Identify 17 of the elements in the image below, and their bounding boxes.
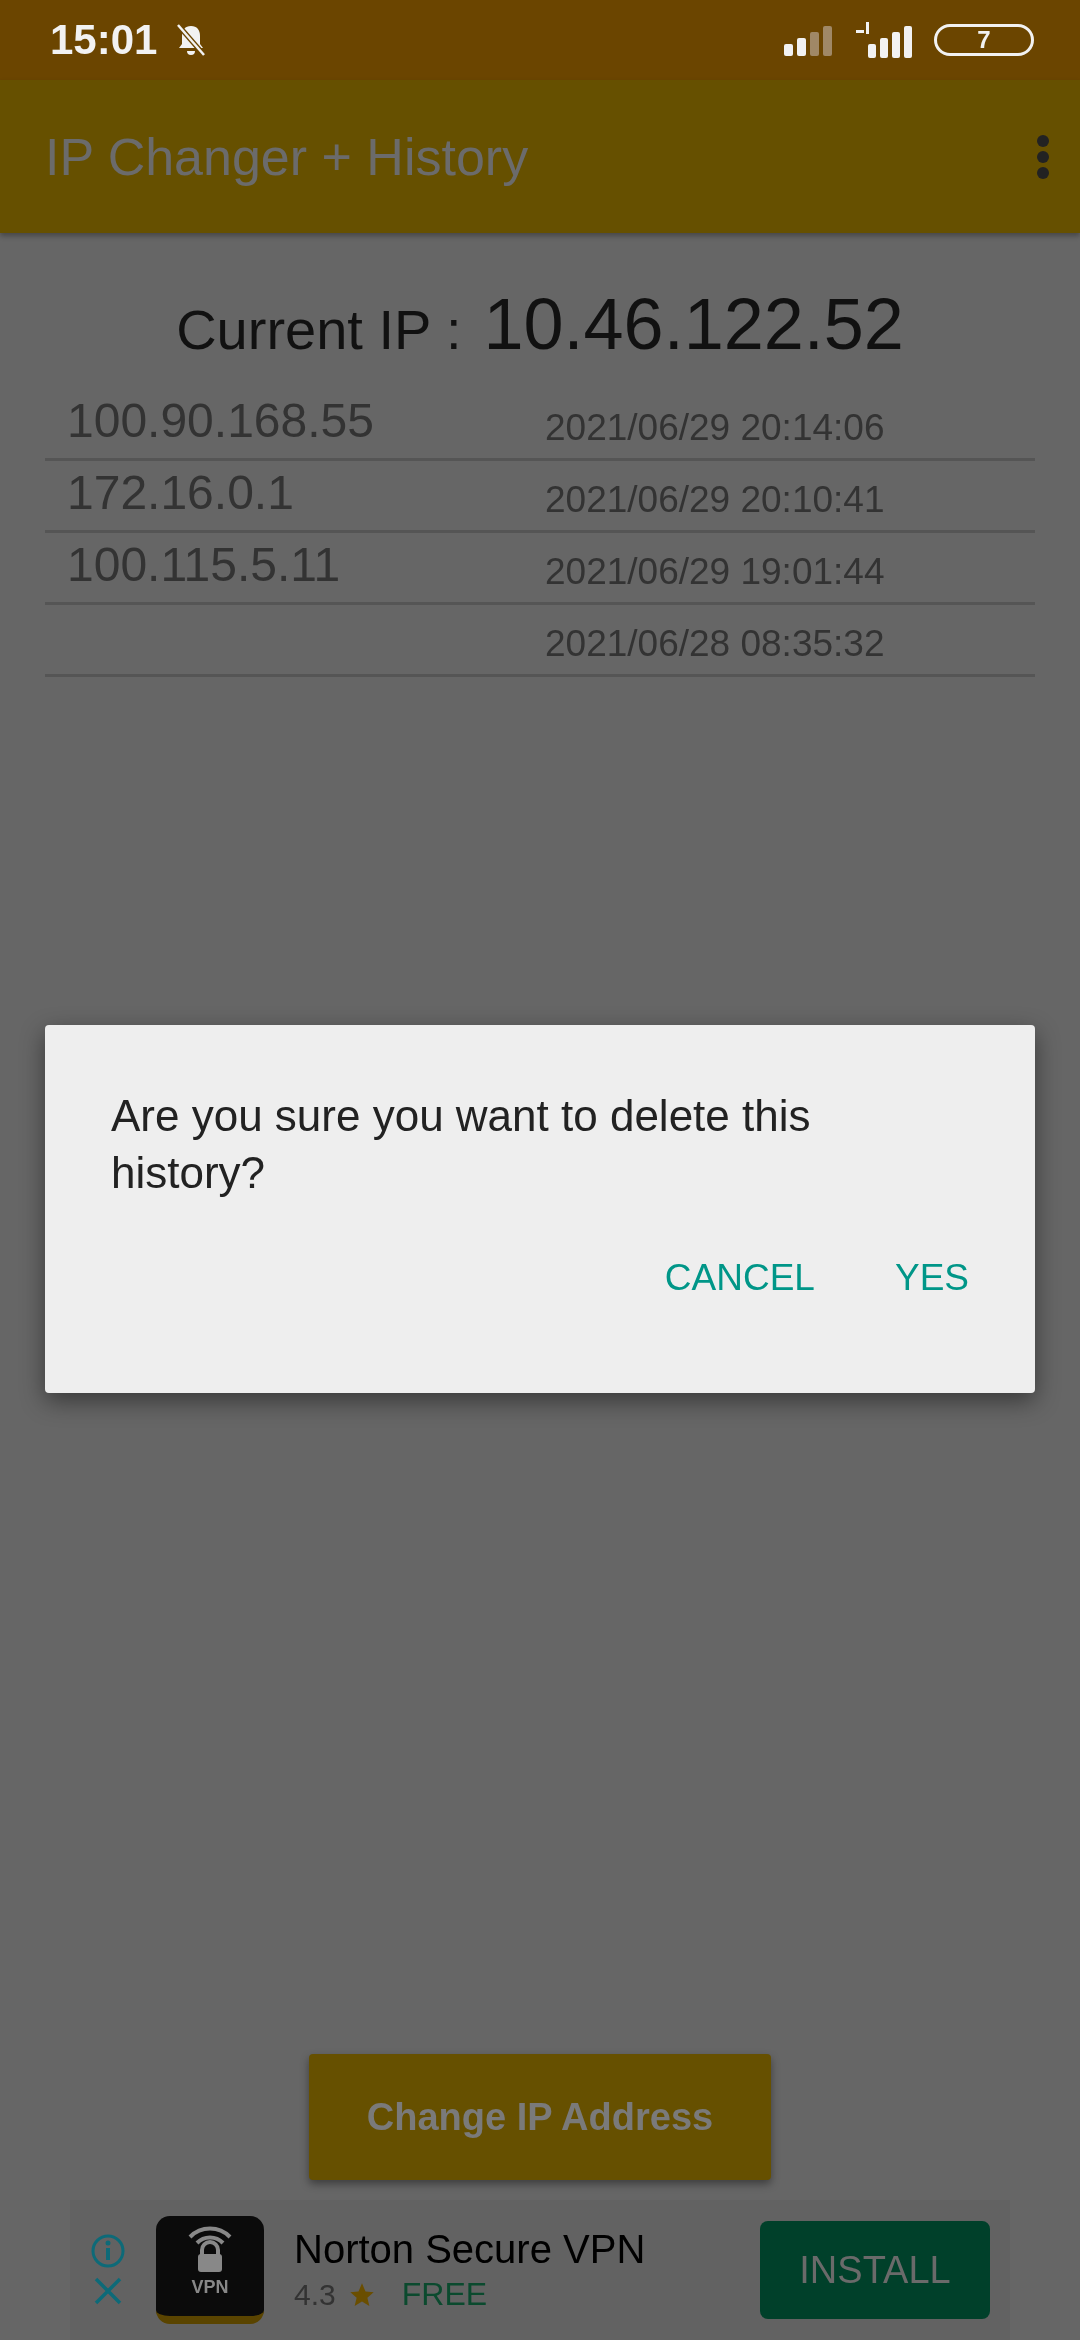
install-button[interactable]: INSTALL [760,2221,990,2319]
bell-off-icon [175,23,208,57]
dialog-button[interactable]: CANCEL [644,1245,835,1312]
ad-price: FREE [401,2276,488,2313]
dialog-button[interactable]: YES [874,1245,989,1312]
app-icon: VPN [156,2216,264,2324]
app-title: IP Changer + History [45,126,530,187]
current-ip-label: Current IP : [176,297,462,362]
dialog-message: Are you sure you want to delete this history? [111,1090,812,1200]
more-menu-icon[interactable] [1036,133,1050,180]
ad-title: Norton Secure VPN [294,2227,647,2272]
current-ip-value: 10.46.122.52 [483,283,904,365]
change-ip-button[interactable]: Change IP Address [309,2054,771,2180]
status-time: 15:01 [50,16,158,64]
info-icon[interactable] [91,2234,125,2268]
close-icon[interactable] [93,2276,123,2306]
battery-icon: 7 [934,24,1034,56]
